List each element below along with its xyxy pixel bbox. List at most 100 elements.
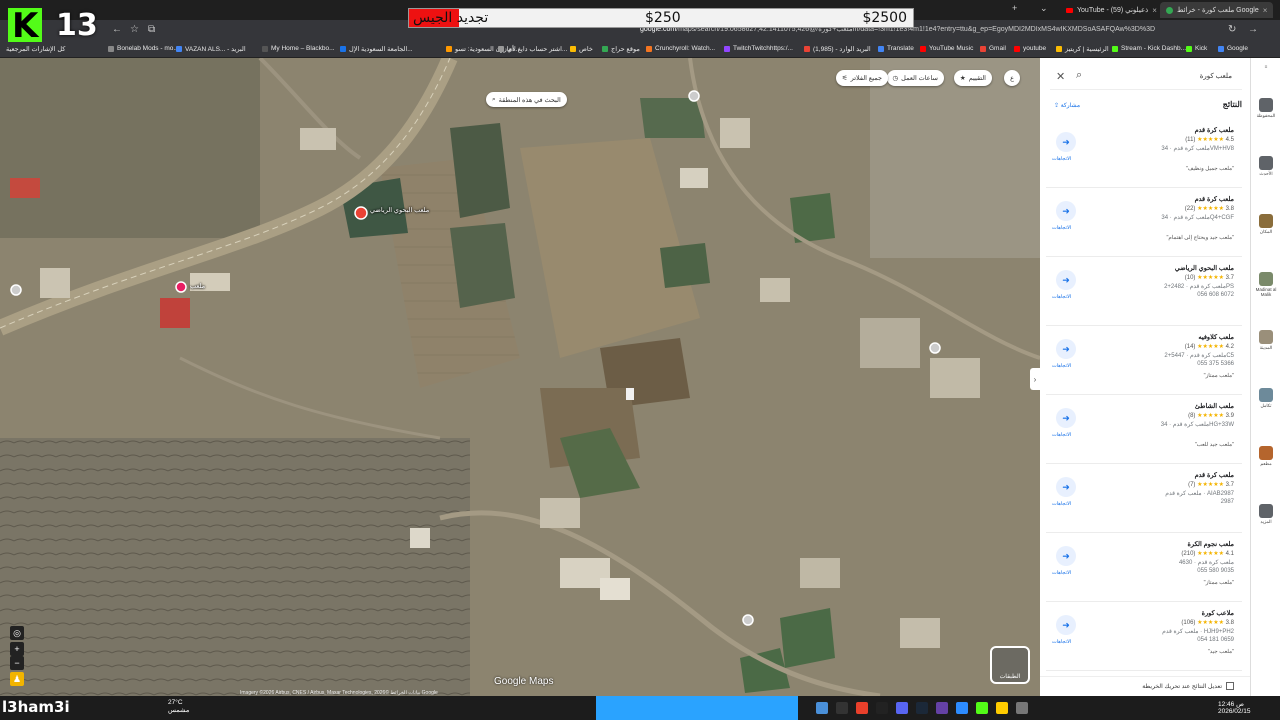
rail-label: الأحدث [1259,171,1273,176]
result-phone: 054 181 0659 [1197,637,1234,643]
bookmark-item[interactable]: My Home – Blackbo... [262,45,335,52]
bookmark-item[interactable]: youtube [1014,45,1046,52]
rail-item[interactable]: الأحدث [1255,156,1277,177]
rail-item[interactable]: مطعم [1255,446,1277,467]
rail-item[interactable]: المدينة [1255,330,1277,351]
collapse-panel-button[interactable]: › [1030,368,1040,390]
edge-taskbar-icon[interactable] [956,702,968,714]
filter-chip[interactable]: ⚟ جميع الفلاتر [835,70,888,86]
reload-icon[interactable]: ↻ [1228,24,1236,35]
directions-icon[interactable]: ➜ [1056,408,1076,428]
bookmark-item[interactable]: Translate [878,45,914,52]
kick-taskbar-icon[interactable] [976,702,988,714]
bookmark-item[interactable]: Google [1218,45,1248,52]
tab-maps[interactable]: ملعب كورة - خرائط Google × [1160,2,1274,18]
rail-item[interactable]: المكان [1255,214,1277,235]
my-location-icon[interactable]: ◎ [10,626,24,640]
bookmark-item[interactable]: خاص [570,45,593,53]
rail-item[interactable]: Madinat al Malik [1255,272,1277,297]
satellite-map[interactable]: ع ★ التقييم ◷ ساعات العمل ⚟ جميع الفلاتر ⌕ الب… [0,58,1040,696]
rail-thumbnail-icon [1259,98,1273,112]
tab-youtube[interactable]: YouTube - (59) ذعيلوني × [1060,2,1163,18]
pin-label[interactable]: ملعب البحوي الرياضي [370,206,429,214]
search-this-area-button[interactable]: ⌕ البحث في هذه المنطقة [486,92,567,107]
directions-icon[interactable]: ➜ [1056,132,1076,152]
bookmark-item[interactable]: TwitchTwitchhttps:/... [724,45,793,52]
result-item[interactable]: ملعب كلاوفيه ملعب كرة قدم · 5447+2C5 055 3… [1046,331,1242,395]
result-item[interactable]: ملعب كرة قدم ملعب كرة قدم · 34Q4+CGF "ملعب… [1046,193,1242,257]
bookmark-item[interactable]: VAZAN ALS... - البريد [176,45,246,53]
layers-label: الطبقات [999,674,1021,680]
directions-icon[interactable]: ➜ [1056,270,1076,290]
tab-label: YouTube - (59) ذعيلوني [1077,7,1149,14]
forward-icon[interactable]: → [1248,24,1258,35]
zoom-in-button[interactable]: + [10,642,24,656]
pin-label[interactable]: ملعب [190,282,205,290]
back-icon[interactable]: ← [112,24,122,35]
search-box[interactable]: ✕ ⌕ ملعب كورة [1050,66,1242,90]
windows-start-icon[interactable] [816,702,828,714]
directions-icon[interactable]: ➜ [1056,477,1076,497]
filter-chip[interactable]: ◷ ساعات العمل [886,70,944,86]
bookmarks-bar: كل الإشارات المرجعية Bonelab Mods - mo..… [0,42,1280,58]
result-phone: 055 580 9035 [1197,568,1234,574]
rail-item[interactable]: تكامل [1255,388,1277,409]
weather-widget[interactable]: 27°C مشمس [168,699,189,715]
layers-button[interactable]: الطبقات [990,646,1030,684]
bookmark-item[interactable]: Crunchyroll: Watch... [646,45,715,52]
bookmark-item[interactable]: اشتر حساب دايغ لاي... [498,45,567,53]
share-button[interactable]: ⇪ مشاركة [1054,102,1080,109]
menu-icon[interactable]: ≡ [1255,64,1277,69]
twitch-taskbar-icon[interactable] [936,702,948,714]
steam-taskbar-icon[interactable] [916,702,928,714]
files-taskbar-icon[interactable] [996,702,1008,714]
close-icon[interactable]: ✕ [1056,70,1065,83]
update-on-move-checkbox[interactable] [1226,682,1234,690]
close-tab-icon[interactable]: × [1152,6,1157,15]
new-tab-icon[interactable]: + [1012,3,1017,13]
bookmark-item[interactable]: Gmail [980,45,1006,52]
result-item[interactable]: ملعب كرة قدم ملعب كرة قدم · AIAB2987 2987 (… [1046,469,1242,533]
zoom-out-button[interactable]: − [10,656,24,670]
bookmark-star-icon[interactable]: ☆ [130,24,139,35]
review-count: (22) [1184,206,1196,212]
filter-chip[interactable]: ع [1004,70,1020,86]
rail-label: المحفوظة [1256,113,1276,118]
settings-taskbar-icon[interactable] [1016,702,1028,714]
rail-item[interactable]: المحفوظة [1255,98,1277,119]
bookmark-item[interactable]: Kick [1186,45,1207,52]
result-item[interactable]: ملعب كرة قدم ملعب كرة قدم · 34VM+HV8 "ملعب… [1046,124,1242,188]
result-item[interactable]: ملاعب كورة ملعب كرة قدم · HJH9+PH2 054 181… [1046,607,1242,671]
app-taskbar-icon[interactable] [876,702,888,714]
street-view-pegman-icon[interactable]: ♟ [10,672,24,686]
all-bookmarks[interactable]: كل الإشارات المرجعية [6,45,65,53]
directions-icon[interactable]: ➜ [1056,339,1076,359]
result-item[interactable]: ملعب نجوم الكرة ملعب كرة قدم · 4630 055 58… [1046,538,1242,602]
search-taskbar-icon[interactable] [836,702,848,714]
bookmark-item[interactable]: موقع حراج [602,45,640,53]
chrome-taskbar-icon[interactable] [856,702,868,714]
result-review: "ملعب ممتاز" [1203,580,1234,586]
tab-search-icon[interactable]: ⌄ [1040,3,1048,14]
filter-chip[interactable]: ★ التقييم [953,70,992,86]
bookmark-item[interactable]: Bonelab Mods - mo... [108,45,179,52]
bookmark-item[interactable]: الجامعة السعودية الإل... [340,45,413,53]
discord-taskbar-icon[interactable] [896,702,908,714]
bookmark-item[interactable]: YouTube Music [920,45,973,52]
directions-icon[interactable]: ➜ [1056,201,1076,221]
search-query[interactable]: ملعب كورة [1200,72,1232,80]
extension-icon[interactable]: ⧉ [148,24,155,35]
directions-icon[interactable]: ➜ [1056,615,1076,635]
result-item[interactable]: ملعب الشاطئ ملعب كرة قدم · 34HG+33W "ملعب … [1046,400,1242,464]
clock[interactable]: 12:46 ص 2026/02/15 [1218,700,1251,715]
search-icon[interactable]: ⌕ [1076,69,1082,82]
rail-item[interactable]: المزيد [1255,504,1277,525]
bookmark-item[interactable]: Stream - Kick Dashb... [1112,45,1186,52]
bookmark-item[interactable]: (1,985) - البريد الوارد [804,45,871,53]
rating-value: 3.7 [1225,275,1234,281]
result-item[interactable]: ملعب البحوي الرياضي ملعب كرة قدم · 2482+2… [1046,262,1242,326]
bookmark-item[interactable]: الرئيسية | كريتيز [1056,45,1109,53]
directions-label: الاتجاهات [1052,432,1072,438]
directions-icon[interactable]: ➜ [1056,546,1076,566]
close-tab-icon[interactable]: × [1263,6,1268,15]
